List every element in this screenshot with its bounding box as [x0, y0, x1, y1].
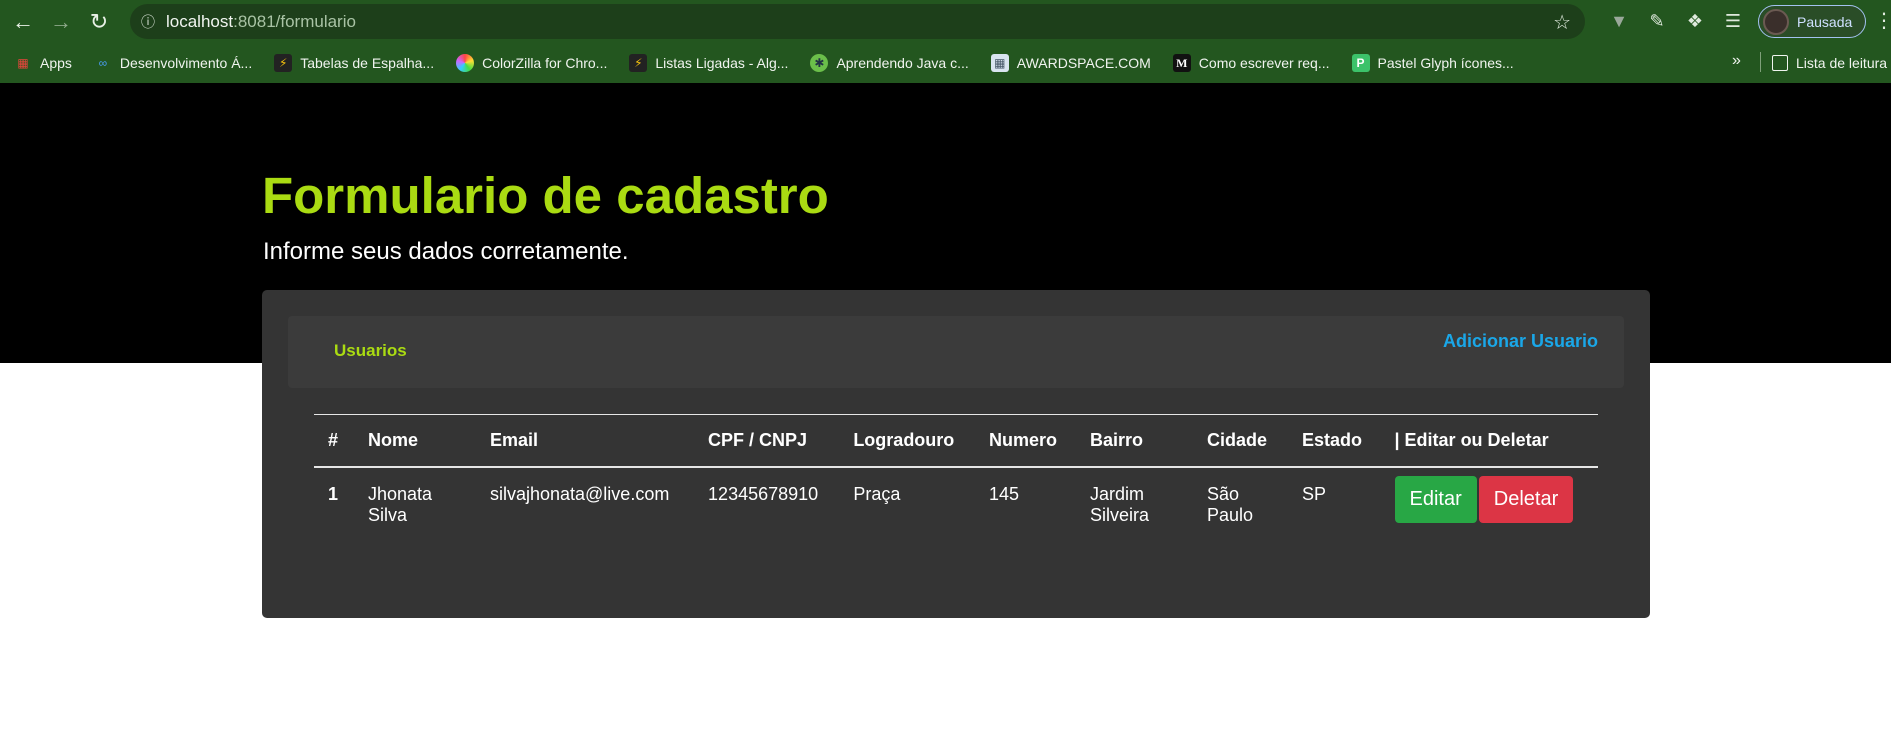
- profile-button[interactable]: Pausada: [1758, 5, 1866, 38]
- medium-icon: M: [1172, 54, 1191, 72]
- url-host: localhost: [166, 11, 234, 31]
- bookmark-label: Listas Ligadas - Alg...: [655, 55, 789, 71]
- bookmark-medium[interactable]: M Como escrever req...: [1172, 54, 1330, 72]
- cell-bairro: Jardim Silveira: [1089, 484, 1149, 525]
- bookmark-label: Pastel Glyph ícones...: [1377, 55, 1514, 71]
- bookmark-label: Apps: [40, 55, 72, 71]
- header-numero: Numero: [974, 414, 1076, 468]
- bookmark-pastel[interactable]: P Pastel Glyph ícones...: [1351, 54, 1514, 72]
- header-estado: Estado: [1287, 414, 1381, 468]
- reading-list-icon: [1772, 55, 1788, 71]
- users-table: # Nome Email CPF / CNPJ Logradouro Numer…: [314, 414, 1598, 536]
- puzzle-extensions-icon[interactable]: ❖: [1676, 3, 1714, 41]
- info-icon[interactable]: ⓘ: [130, 12, 166, 32]
- url-text[interactable]: localhost:8081/formulario: [166, 12, 356, 32]
- bookmark-label: ColorZilla for Chro...: [482, 55, 608, 71]
- grid-icon: ▦: [990, 54, 1009, 72]
- forward-arrow-icon[interactable]: →: [42, 3, 80, 41]
- header-logradouro: Logradouro: [839, 414, 975, 468]
- bookmark-java[interactable]: ✱ Aprendendo Java c...: [810, 54, 969, 72]
- extension-icons: ▼ ✎ ❖ ☰: [1600, 0, 1752, 43]
- gear-icon: ✱: [810, 54, 829, 72]
- header-nome: Nome: [353, 414, 476, 468]
- header-cidade: Cidade: [1192, 414, 1288, 468]
- bookmark-star-icon[interactable]: ☆: [1553, 10, 1571, 35]
- page-title: Formulario de cadastro: [262, 167, 829, 224]
- bookmark-tabelas[interactable]: ⚡ Tabelas de Espalha...: [274, 54, 434, 72]
- reading-list-label: Lista de leitura: [1796, 55, 1888, 71]
- bookmark-label: Aprendendo Java c...: [836, 55, 969, 71]
- tab-usuarios[interactable]: Usuarios: [334, 341, 407, 361]
- cell-email: silvajhonata@live.com: [489, 484, 670, 504]
- reload-icon[interactable]: ↻: [80, 3, 118, 41]
- bookmark-desenvolvimento[interactable]: ∞ Desenvolvimento Á...: [94, 54, 253, 72]
- bookmark-label: Tabelas de Espalha...: [300, 55, 435, 71]
- bolt-icon: ⚡: [274, 54, 293, 72]
- bookmark-listas[interactable]: ⚡ Listas Ligadas - Alg...: [629, 54, 788, 72]
- avatar: [1763, 8, 1789, 35]
- cell-cidade: São Paulo: [1206, 484, 1253, 525]
- pastel-icon: P: [1351, 54, 1370, 72]
- header-id: #: [314, 414, 354, 468]
- profile-name: Pausada: [1797, 13, 1853, 30]
- add-user-link[interactable]: Adicionar Usuario: [1443, 331, 1598, 352]
- infinity-icon: ∞: [98, 56, 108, 70]
- table-header-row: # Nome Email CPF / CNPJ Logradouro Numer…: [314, 414, 1598, 468]
- header-bairro: Bairro: [1075, 414, 1193, 468]
- reading-list-button[interactable]: Lista de leitura: [1772, 43, 1887, 83]
- bolt-icon: ⚡: [629, 54, 648, 72]
- cell-id: 1: [328, 484, 339, 504]
- bookmark-label: Como escrever req...: [1198, 55, 1330, 71]
- cell-cpf: 12345678910: [708, 484, 819, 504]
- bookmark-awardspace[interactable]: ▦ AWARDSPACE.COM: [990, 54, 1151, 72]
- bookmark-label: AWARDSPACE.COM: [1016, 55, 1151, 71]
- delete-button[interactable]: Deletar: [1478, 476, 1574, 523]
- pen-icon[interactable]: ✎: [1638, 3, 1676, 41]
- header-actions: | Editar ou Deletar: [1380, 414, 1598, 468]
- bookmarks-divider: [1760, 52, 1761, 72]
- more-bookmarks-chevron[interactable]: »: [1732, 52, 1741, 70]
- cell-estado: SP: [1301, 484, 1326, 504]
- header-cpf: CPF / CNPJ: [694, 414, 840, 468]
- edit-button[interactable]: Editar: [1394, 476, 1477, 523]
- table-row: 1 Jhonata Silva silvajhonata@live.com 12…: [314, 467, 1598, 536]
- media-queue-icon[interactable]: ☰: [1714, 3, 1752, 41]
- bookmark-colorzilla[interactable]: ColorZilla for Chro...: [456, 54, 607, 72]
- header-email: Email: [475, 414, 695, 468]
- cell-nome: Jhonata Silva: [367, 484, 433, 525]
- cell-actions: Editar Deletar: [1381, 467, 1598, 536]
- url-path: :8081/formulario: [233, 11, 356, 31]
- cell-logradouro: Praça: [853, 484, 901, 504]
- bookmark-label: Desenvolvimento Á...: [119, 55, 253, 71]
- card-header: [288, 316, 1624, 388]
- back-arrow-icon[interactable]: ←: [4, 3, 42, 41]
- bookmarks-bar: ▦ Apps ∞ Desenvolvimento Á... ⚡ Tabelas …: [0, 43, 1891, 83]
- address-bar[interactable]: ⓘ localhost:8081/formulario ☆: [130, 4, 1585, 39]
- page-subtitle: Informe seus dados corretamente.: [263, 238, 629, 265]
- menu-kebab-icon[interactable]: ⋮: [1874, 8, 1891, 33]
- users-card: Usuarios Adicionar Usuario # Nome Email …: [262, 290, 1650, 618]
- apps-grid-icon: ▦: [17, 56, 29, 70]
- color-wheel-icon: [456, 54, 475, 72]
- bookmark-apps[interactable]: ▦ Apps: [14, 54, 72, 72]
- cell-numero: 145: [988, 484, 1020, 504]
- vue-devtools-icon[interactable]: ▼: [1600, 3, 1638, 41]
